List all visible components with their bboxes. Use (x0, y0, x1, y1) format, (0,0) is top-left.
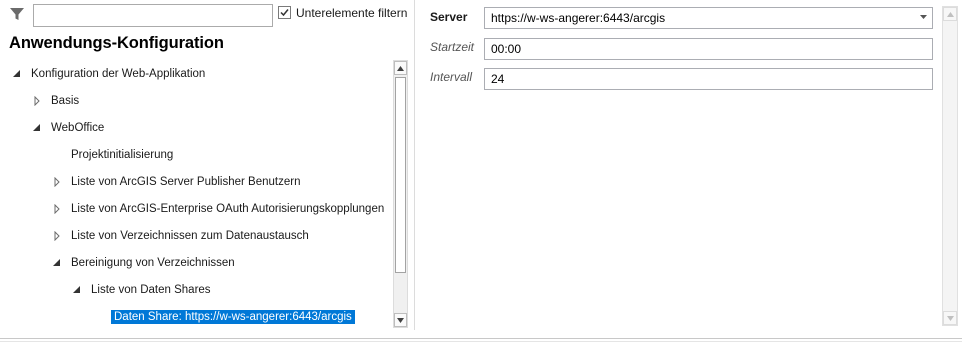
filter-search-input[interactable] (33, 4, 273, 27)
tree-item-label: Liste von Verzeichnissen zum Datenaustau… (71, 230, 309, 242)
tree-item[interactable]: Projektinitialisierung (52, 146, 173, 164)
startzeit-field[interactable]: 00:00 (484, 38, 933, 60)
intervall-value: 24 (491, 72, 505, 86)
tree-item[interactable]: Basis (32, 92, 79, 110)
server-label: Server (430, 10, 468, 24)
properties-panel: Server https://w-ws-angerer:6443/arcgis … (418, 0, 942, 330)
filter-icon[interactable] (9, 6, 25, 22)
tree-item[interactable]: Liste von ArcGIS-Enterprise OAuth Autori… (52, 200, 384, 218)
left-panel: Unterelemente filtern Anwendungs-Konfigu… (0, 0, 414, 334)
tree-item[interactable]: Liste von Daten Shares (72, 281, 211, 299)
tree-expanded-icon[interactable] (12, 69, 22, 79)
tree-item-label: Konfiguration der Web-Applikation (31, 68, 206, 80)
scroll-thumb[interactable] (395, 77, 406, 273)
tree-item[interactable]: Bereinigung von Verzeichnissen (52, 254, 235, 272)
scroll-down-button[interactable] (394, 313, 407, 327)
server-value: https://w-ws-angerer:6443/arcgis (491, 11, 666, 25)
properties-scrollbar[interactable] (942, 6, 958, 326)
tree-item-label: Bereinigung von Verzeichnissen (71, 257, 235, 269)
tree-collapsed-icon[interactable] (52, 231, 62, 241)
tree-collapsed-icon[interactable] (52, 177, 62, 187)
tree-item-label: WebOffice (51, 122, 105, 134)
panel-title: Anwendungs-Konfiguration (9, 34, 224, 52)
subfilter-checkbox-group[interactable]: Unterelemente filtern (278, 4, 407, 21)
scroll-up-button[interactable] (394, 61, 407, 75)
properties-scroll-down-button[interactable] (943, 311, 957, 325)
properties-scroll-up-button[interactable] (943, 7, 957, 21)
tree-item[interactable]: WebOffice (32, 119, 104, 137)
tree-item[interactable]: Liste von Verzeichnissen zum Datenaustau… (52, 227, 309, 245)
checkbox-check-icon (280, 9, 289, 17)
scroll-up-icon (946, 11, 954, 17)
scroll-down-icon (946, 315, 954, 321)
tree-item-label: Basis (51, 95, 80, 107)
tree-item-label: Projektinitialisierung (71, 149, 174, 161)
tree-item[interactable]: Liste von ArcGIS Server Publisher Benutz… (52, 173, 300, 191)
tree-expanded-icon[interactable] (52, 258, 62, 268)
config-tree: Konfiguration der Web-Applikation Basis We… (0, 60, 392, 330)
scroll-down-icon (397, 317, 404, 323)
subfilter-checkbox[interactable] (278, 6, 291, 19)
tree-item-label: Daten Share: https://w-ws-angerer:6443/a… (111, 310, 355, 324)
tree-collapsed-icon[interactable] (52, 204, 62, 214)
intervall-field[interactable]: 24 (484, 68, 933, 90)
subfilter-label: Unterelemente filtern (296, 5, 408, 20)
tree-item-selected[interactable]: Daten Share: https://w-ws-angerer:6443/a… (92, 308, 355, 326)
server-dropdown[interactable]: https://w-ws-angerer:6443/arcgis (484, 7, 933, 29)
tree-item-label: Liste von ArcGIS Server Publisher Benutz… (71, 176, 301, 188)
scroll-up-icon (397, 65, 404, 71)
tree-item-label: Liste von ArcGIS-Enterprise OAuth Autori… (71, 203, 385, 215)
bottom-divider (0, 338, 962, 339)
tree-scrollbar[interactable] (393, 60, 408, 328)
tree-expanded-icon[interactable] (32, 123, 42, 133)
startzeit-label: Startzeit (430, 40, 475, 54)
startzeit-value: 00:00 (491, 42, 522, 56)
tree-item-label: Liste von Daten Shares (91, 284, 211, 296)
bottom-divider-light (0, 341, 962, 342)
tree-collapsed-icon[interactable] (32, 96, 42, 106)
tree-item[interactable]: Konfiguration der Web-Applikation (12, 65, 205, 83)
dropdown-arrow-icon (920, 15, 927, 19)
intervall-label: Intervall (430, 70, 473, 84)
tree-expanded-icon[interactable] (72, 285, 82, 295)
